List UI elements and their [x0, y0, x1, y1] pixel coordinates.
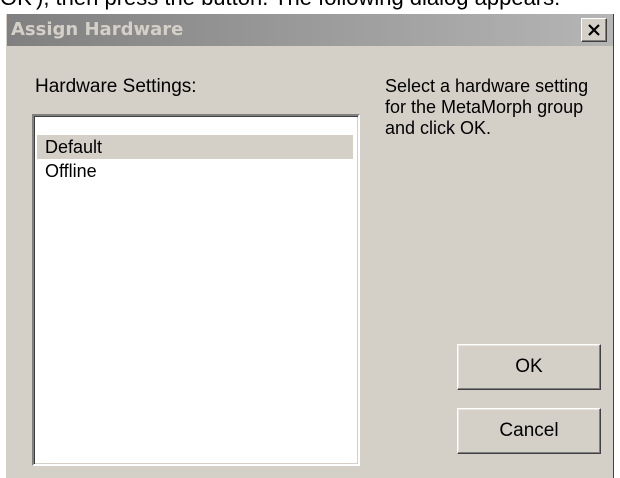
background-document-strip: OK'), then press the button. The followi…	[0, 0, 620, 14]
hardware-settings-listbox[interactable]: Default Offline	[32, 114, 360, 466]
list-item-default[interactable]: Default	[37, 135, 353, 159]
background-document-text: OK'), then press the button. The followi…	[0, 0, 620, 13]
close-icon	[588, 24, 600, 36]
close-button[interactable]	[581, 18, 607, 42]
cancel-button[interactable]: Cancel	[457, 408, 601, 454]
dialog-title: Assign Hardware	[11, 19, 184, 40]
ok-button[interactable]: OK	[457, 344, 601, 390]
list-item-offline[interactable]: Offline	[37, 159, 353, 183]
instruction-text: Select a hardware setting for the MetaMo…	[385, 76, 589, 138]
dialog-titlebar[interactable]: Assign Hardware	[7, 14, 613, 46]
hardware-settings-label: Hardware Settings:	[35, 76, 197, 97]
assign-hardware-dialog: Assign Hardware Hardware Settings: Defau…	[6, 14, 614, 478]
